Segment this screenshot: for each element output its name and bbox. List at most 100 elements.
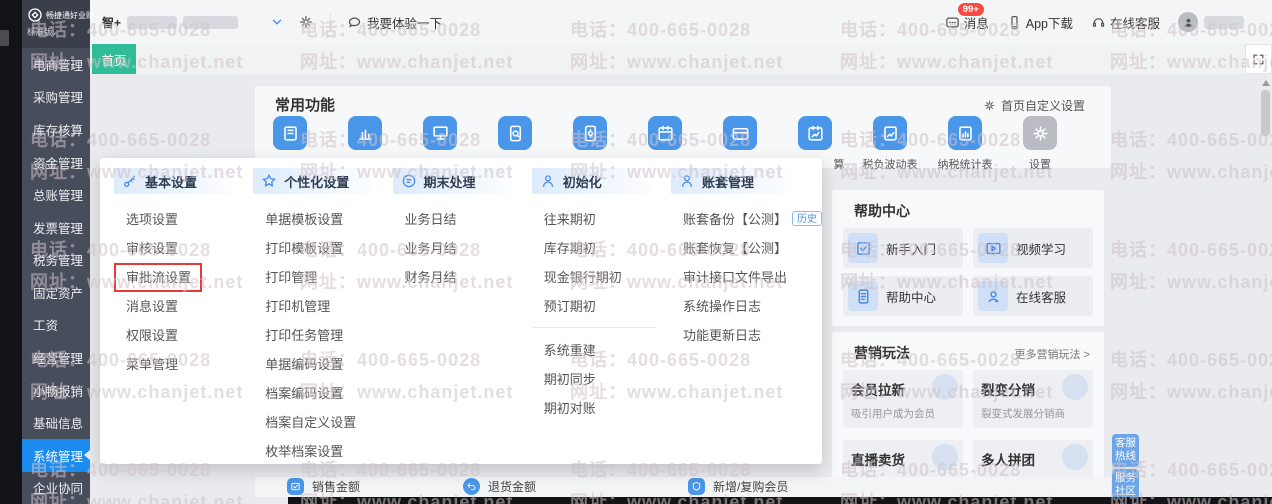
- menu-item[interactable]: 功能更新日志: [671, 320, 822, 349]
- menu-item[interactable]: 菜单管理: [114, 349, 247, 378]
- bottom-metric-item[interactable]: 退货金额: [463, 478, 536, 495]
- bottom-metric-item[interactable]: 销售金额: [287, 478, 360, 495]
- watermark-url: 网址：www.chanjet.net: [1110, 162, 1272, 182]
- menu-item[interactable]: 审计接口文件导出: [671, 262, 822, 291]
- menu-item-label: 打印模板设置: [265, 241, 344, 256]
- more-marketing-link[interactable]: 更多营销玩法 >: [1015, 346, 1090, 362]
- menu-item-label: 期初对账: [543, 401, 596, 416]
- menu-item[interactable]: 业务月结: [393, 233, 526, 262]
- menu-item[interactable]: 业务日结: [393, 204, 526, 233]
- calendar-icon: [648, 116, 682, 150]
- experience-link[interactable]: 我要体验一下: [367, 13, 442, 32]
- sidebar-item[interactable]: 企业协同: [22, 472, 90, 504]
- menu-item[interactable]: 现金银行期初: [532, 262, 665, 291]
- menu-item[interactable]: 枚举档案设置: [253, 436, 386, 465]
- sidebar-item[interactable]: 基础信息: [22, 406, 90, 439]
- function-item[interactable]: [330, 116, 400, 156]
- sidebar-item[interactable]: 税务管理: [22, 243, 90, 276]
- menu-item[interactable]: 库存期初: [532, 233, 665, 262]
- function-item[interactable]: [480, 116, 550, 156]
- menu-item[interactable]: 档案编码设置: [253, 378, 386, 407]
- sidebar-item[interactable]: 采购管理: [22, 81, 90, 114]
- sidebar-item[interactable]: 小畅报销: [22, 374, 90, 407]
- function-item[interactable]: [555, 116, 625, 156]
- scrollbar-thumb[interactable]: [1261, 90, 1270, 136]
- menu-item[interactable]: 系统操作日志: [671, 291, 822, 320]
- menu-item[interactable]: 审核设置: [114, 233, 247, 262]
- menu-item[interactable]: 打印管理: [253, 262, 386, 291]
- menu-item[interactable]: 打印机管理: [253, 291, 386, 320]
- home-customize-button[interactable]: 首页自定义设置: [983, 97, 1085, 114]
- function-item[interactable]: [705, 116, 775, 156]
- messages-button[interactable]: 99+ 消息: [945, 1, 989, 32]
- history-badge[interactable]: 历史: [792, 211, 823, 226]
- menu-item-label: 功能更新日志: [683, 328, 762, 343]
- watermark-phone: 电话：400-665-0028: [1110, 240, 1272, 260]
- menu-item[interactable]: 单据模板设置: [253, 204, 386, 233]
- common-functions-title: 常用功能: [275, 97, 336, 114]
- sidebar-item[interactable]: 库存核算: [22, 113, 90, 146]
- menu-item[interactable]: 档案自定义设置: [253, 407, 386, 436]
- menu-item[interactable]: 权限设置: [114, 320, 247, 349]
- app-download-button[interactable]: App下载: [1007, 13, 1073, 32]
- menu-item[interactable]: 打印模板设置: [253, 233, 386, 262]
- function-item[interactable]: 纳税统计表: [930, 116, 1000, 172]
- logo-icon: [27, 7, 43, 23]
- function-item[interactable]: [630, 116, 700, 156]
- menu-item[interactable]: 选项设置: [114, 204, 247, 233]
- sidebar-item[interactable]: 系统管理: [22, 438, 90, 472]
- menu-item[interactable]: 账套备份【公测】 历史: [671, 204, 823, 233]
- marketing-item[interactable]: 裂变分销 裂变式发展分销商: [973, 370, 1093, 428]
- watermark-phone: 电话：400-665-0028: [1110, 350, 1272, 370]
- help-item[interactable]: 新手入门: [843, 228, 963, 268]
- menu-item[interactable]: 账套恢复【公测】: [671, 233, 822, 262]
- function-item[interactable]: 税负波动表: [855, 116, 925, 172]
- marketing-item-desc: 裂变式发展分销商: [981, 408, 1065, 420]
- sidebar-item[interactable]: 工资: [22, 309, 90, 342]
- sidebar-item[interactable]: 固定资产: [22, 276, 90, 309]
- menu-item[interactable]: 预订期初: [532, 291, 665, 320]
- system-settings-mega-menu: 基本设置 选项设置 审核设置 审批流设置 消息设置 权限设置 菜单管理 个性化设置 单据模板设置…: [100, 158, 823, 465]
- help-item[interactable]: 视频学习: [973, 228, 1093, 268]
- menu-item-label: 单据编码设置: [265, 357, 344, 372]
- menu-item[interactable]: 财务月结: [393, 262, 526, 291]
- online-service-button[interactable]: 在线客服: [1091, 13, 1160, 32]
- side-badge[interactable]: 客服热线: [1112, 434, 1139, 467]
- sidebar-item[interactable]: 总账管理: [22, 178, 90, 211]
- menu-column-title: 基本设置: [145, 174, 198, 190]
- menu-item[interactable]: 单据编码设置: [253, 349, 386, 378]
- menu-column: 账套管理 账套备份【公测】 历史 账套恢复【公测】 审计接口文件导出 系统操作日志 功能更新…: [665, 168, 823, 464]
- menu-item[interactable]: 往来期初: [532, 204, 665, 233]
- menu-item[interactable]: 期初对账: [532, 393, 665, 422]
- sales-icon: [287, 478, 304, 495]
- service-icon: [978, 281, 1008, 311]
- settings-gear-icon[interactable]: [298, 14, 314, 30]
- menu-item[interactable]: 期初同步: [532, 364, 665, 393]
- function-item[interactable]: 设置: [1005, 116, 1075, 172]
- gear-icon: [984, 100, 995, 111]
- help-item[interactable]: 在线客服: [973, 276, 1093, 316]
- function-item[interactable]: [405, 116, 475, 156]
- scrollbar-up-arrow[interactable]: [1262, 80, 1270, 86]
- menu-item[interactable]: 打印任务管理: [253, 320, 386, 349]
- help-item[interactable]: 帮助中心: [843, 276, 963, 316]
- function-item[interactable]: [255, 116, 325, 156]
- menu-item[interactable]: 消息设置: [114, 291, 247, 320]
- sidebar-item[interactable]: 经营管理: [22, 341, 90, 374]
- menu-item-label: 财务月结: [404, 270, 457, 285]
- sidebar-item[interactable]: 电商管理: [22, 48, 90, 81]
- fullscreen-button[interactable]: [1245, 44, 1272, 74]
- menu-item-label: 系统操作日志: [683, 299, 762, 314]
- chevron-down-icon[interactable]: [270, 15, 284, 29]
- user-account[interactable]: [1178, 12, 1244, 32]
- menu-item[interactable]: 审批流设置: [114, 262, 247, 292]
- mobile-app-icon: [1011, 15, 1018, 29]
- sidebar-item[interactable]: 发票管理: [22, 211, 90, 244]
- watermark: 电话：400-665-0028 网址：www.chanjet.net: [1110, 344, 1272, 408]
- tab-home[interactable]: 首页: [92, 44, 136, 74]
- bottom-metric-item[interactable]: 新增/复购会员: [688, 478, 788, 495]
- sidebar-item[interactable]: 资金管理: [22, 146, 90, 179]
- menu-item[interactable]: 系统重建: [532, 335, 665, 364]
- marketing-item[interactable]: 会员拉新 吸引用户成为会员: [843, 370, 963, 428]
- bottom-metrics-strip: 销售金额 退货金额 新增/复购会员: [255, 477, 1111, 497]
